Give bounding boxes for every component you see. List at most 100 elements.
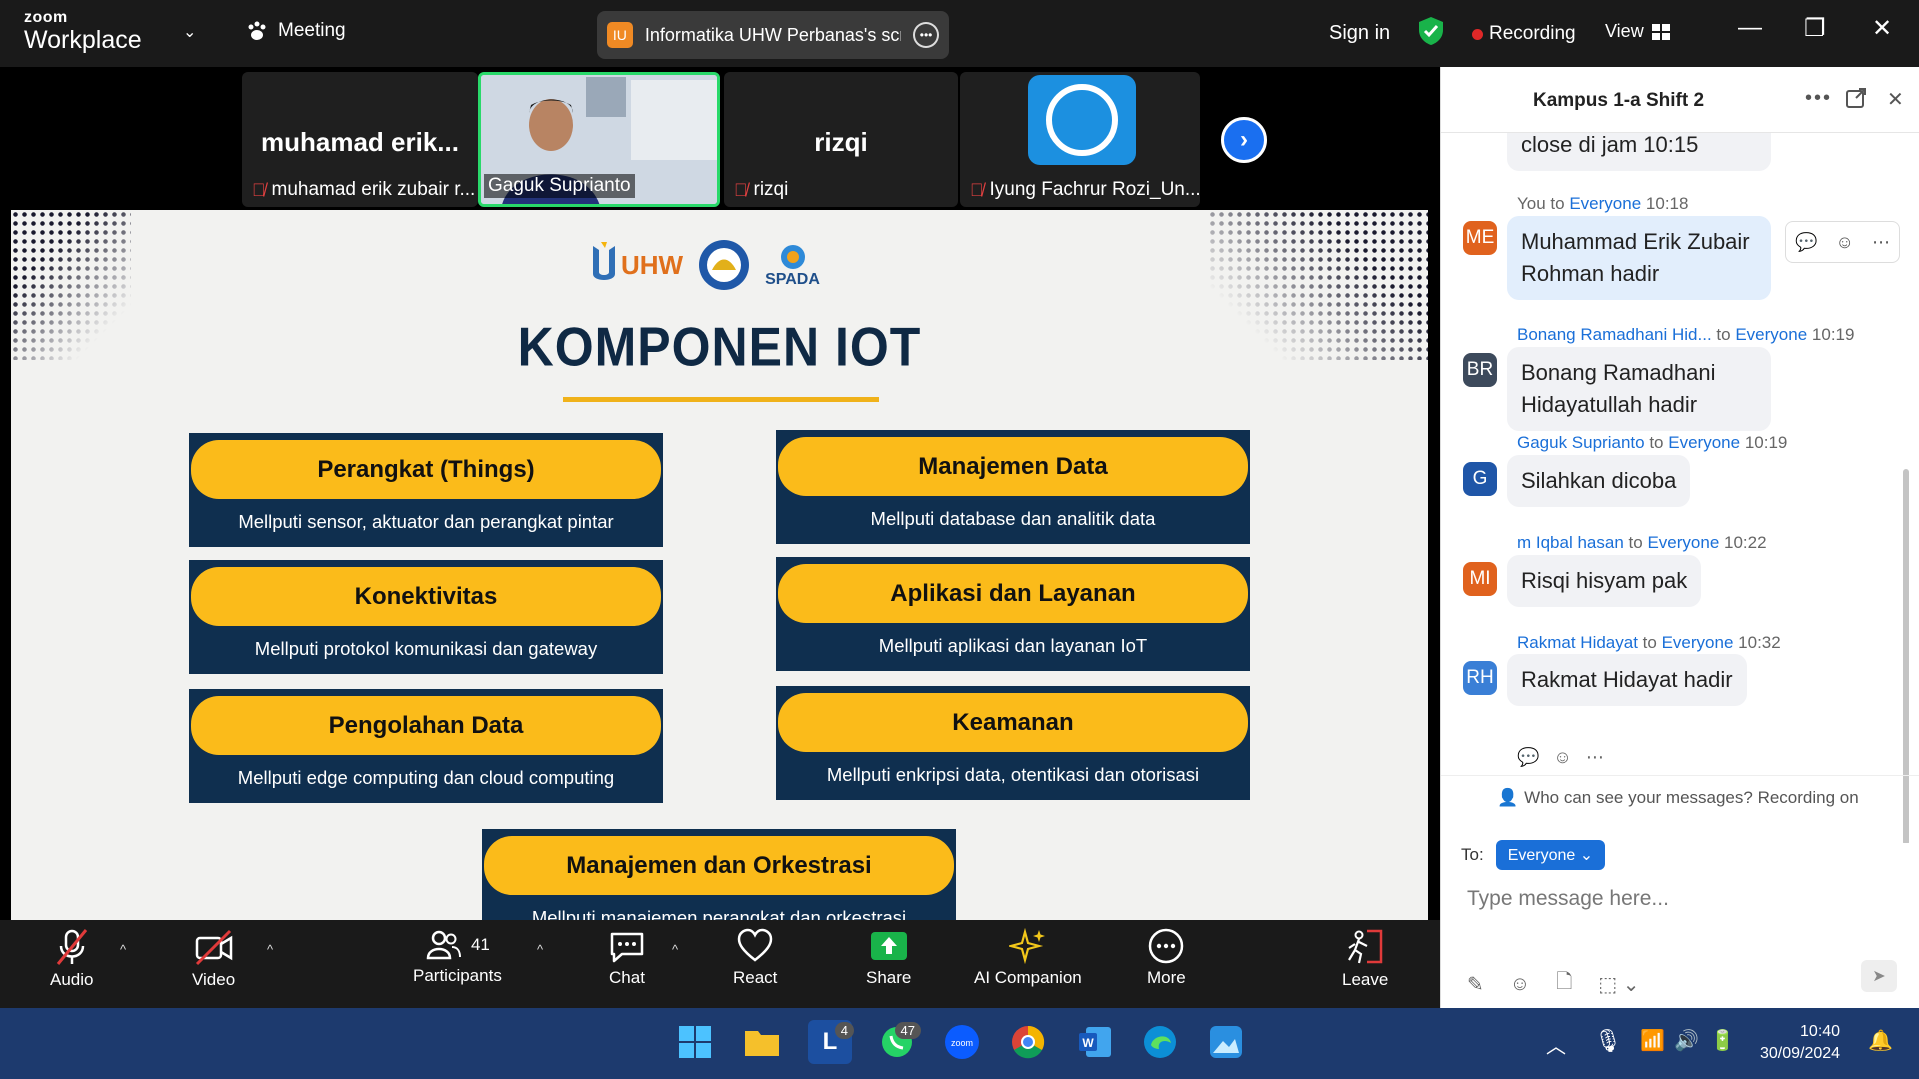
photos-icon[interactable] [1204, 1020, 1248, 1064]
participant-tile[interactable]: muhamad erik... 🎙̸ muhamad erik zubair r.… [242, 72, 478, 207]
message-bubble[interactable]: Bonang Ramadhani Hidayatullah hadir [1507, 347, 1771, 431]
audio-button[interactable]: Audio [50, 928, 93, 990]
more-button[interactable]: More [1147, 928, 1186, 988]
compose-toolbar: ✎ ☺ 🗋 ⬚ ⌄ [1467, 967, 1640, 1001]
meeting-menu-button[interactable]: Meeting [246, 20, 346, 42]
avatar[interactable]: RH [1463, 661, 1497, 695]
sign-in-link[interactable]: Sign in [1329, 22, 1390, 45]
recording-indicator[interactable]: Recording [1472, 23, 1576, 45]
component-card: Perangkat (Things) Mellputi sensor, aktu… [189, 433, 663, 547]
participant-tile[interactable]: 🎙̸ Iyung Fachrur Rozi_Un... [960, 72, 1200, 207]
close-chat-icon[interactable]: ✕ [1887, 87, 1904, 112]
chat-options-caret-icon[interactable]: ^ [672, 942, 678, 957]
reply-icon[interactable]: 💬 [1795, 232, 1817, 253]
message-bubble[interactable]: Risqi hisyam pak [1507, 555, 1702, 607]
tray-chevron-icon[interactable]: ︿ [1546, 1030, 1566, 1059]
restore-icon[interactable]: ❐ [1804, 14, 1826, 43]
send-icon[interactable]: ➤ [1861, 960, 1897, 992]
view-button[interactable]: View [1605, 21, 1670, 42]
pop-out-icon[interactable] [1845, 87, 1867, 109]
leave-button[interactable]: Leave [1342, 928, 1388, 990]
start-icon[interactable] [673, 1020, 717, 1064]
message-bubble[interactable]: close di jam 10:15 [1507, 133, 1771, 171]
recipient-select[interactable]: Everyone ⌄ [1495, 840, 1606, 870]
sender-name[interactable]: m Iqbal hasan [1517, 533, 1624, 552]
react-button[interactable]: React [733, 928, 777, 988]
recipient-name[interactable]: Everyone [1662, 633, 1734, 652]
avatar[interactable]: BR [1463, 353, 1497, 387]
add-reaction-icon[interactable]: ☺ [1836, 232, 1854, 253]
message-text: Risqi hisyam pak [1521, 568, 1688, 593]
sender-name[interactable]: Gaguk Suprianto [1517, 433, 1645, 452]
sparkle-icon [1008, 928, 1045, 964]
avatar[interactable]: G [1463, 462, 1497, 496]
to-word: to [1628, 533, 1643, 552]
clock-time: 10:40 [1800, 1023, 1841, 1040]
ai-companion-button[interactable]: AI Companion [974, 928, 1082, 988]
word-icon[interactable]: W [1073, 1020, 1117, 1064]
message-bubble[interactable]: Rakmat Hidayat hadir [1507, 654, 1747, 706]
microphone-tray-icon[interactable]: 🎙 [1594, 1028, 1622, 1054]
share-button[interactable]: Share [866, 928, 911, 988]
close-window-icon[interactable]: ✕ [1872, 14, 1892, 43]
recipient-name[interactable]: Everyone [1668, 433, 1740, 452]
message-time: 10:19 [1811, 325, 1855, 344]
chat-button[interactable]: Chat [608, 928, 646, 988]
screen-share-pill[interactable]: IU Informatika UHW Perbanas's scre ••• [597, 11, 949, 59]
sender-name[interactable]: Bonang Ramadhani Hid... [1517, 325, 1712, 344]
participant-tile[interactable]: rizqi 🎙̸ rizqi [724, 72, 958, 207]
video-button[interactable]: Video [192, 928, 235, 990]
chrome-icon[interactable] [1006, 1020, 1050, 1064]
video-options-caret-icon[interactable]: ^ [267, 942, 273, 957]
participant-strip: muhamad erik... 🎙̸ muhamad erik zubair r.… [0, 67, 1440, 210]
zoom-taskbar-icon[interactable]: zoom [940, 1020, 984, 1064]
wifi-icon[interactable]: 📶 [1640, 1028, 1665, 1053]
message-bubble[interactable]: Muhammad Erik Zubair Rohman hadir [1507, 216, 1771, 300]
zoom-logo: zoom Workplace [24, 10, 142, 53]
to-word: to [1649, 433, 1664, 452]
recipient-name[interactable]: Everyone [1735, 325, 1807, 344]
chat-more-icon[interactable]: ••• [1805, 87, 1832, 110]
message-input[interactable]: Type message here... [1467, 887, 1669, 911]
screenshot-icon[interactable]: ⬚ ⌄ [1598, 972, 1639, 997]
more-label: More [1147, 968, 1186, 987]
avatar[interactable]: MI [1463, 562, 1497, 596]
component-card: Pengolahan Data Mellputi edge computing … [189, 689, 663, 803]
edge-icon[interactable] [1138, 1020, 1182, 1064]
recipient-name[interactable]: Everyone [1647, 533, 1719, 552]
chevron-down-icon[interactable]: ⌄ [183, 22, 196, 42]
spada-logo: SPADA [765, 241, 820, 289]
participant-tile-active[interactable]: Gaguk Suprianto [478, 72, 720, 207]
card-title: Manajemen Data [778, 437, 1248, 496]
avatar[interactable]: ME [1463, 221, 1497, 255]
notifications-icon[interactable]: 🔔 [1868, 1028, 1893, 1053]
security-shield-icon[interactable] [1418, 16, 1444, 46]
notification-badge: 47 [894, 1022, 921, 1039]
visibility-notice[interactable]: 👤 Who can see your messages? Recording o… [1441, 775, 1919, 819]
sender-name[interactable]: Rakmat Hidayat [1517, 633, 1638, 652]
clock[interactable]: 10:40 30/09/2024 [1760, 1021, 1840, 1064]
format-icon[interactable]: ✎ [1467, 972, 1484, 997]
file-explorer-icon[interactable] [740, 1020, 784, 1064]
to-word: to [1642, 633, 1657, 652]
reply-icon[interactable]: 💬 [1517, 747, 1539, 768]
more-options-icon[interactable]: ⋯ [1872, 232, 1890, 253]
next-page-arrow-icon[interactable]: › [1221, 117, 1267, 163]
more-options-icon[interactable]: ••• [913, 22, 939, 48]
emoji-icon[interactable]: ☺ [1510, 973, 1530, 996]
file-icon[interactable]: 🗋 [1556, 967, 1572, 1001]
volume-icon[interactable]: 🔊 [1674, 1028, 1699, 1053]
whatsapp-icon[interactable]: 47 [875, 1020, 921, 1064]
minimize-icon[interactable]: — [1738, 14, 1762, 42]
meeting-toolbar: Audio ^ Video ^ 41 Participants ^ Chat ^… [0, 920, 1440, 1008]
battery-icon[interactable]: 🔋 [1710, 1028, 1735, 1053]
recipient-name[interactable]: Everyone [1569, 194, 1641, 213]
participants-button[interactable]: 41 Participants [413, 928, 502, 986]
more-options-icon[interactable]: ⋯ [1586, 747, 1604, 768]
message-bubble[interactable]: Silahkan dicoba [1507, 455, 1691, 507]
heart-icon [737, 928, 773, 962]
app-l-icon[interactable]: L 4 [808, 1020, 854, 1064]
participants-options-caret-icon[interactable]: ^ [537, 942, 543, 957]
audio-options-caret-icon[interactable]: ^ [120, 942, 126, 957]
add-reaction-icon[interactable]: ☺ [1553, 747, 1571, 768]
